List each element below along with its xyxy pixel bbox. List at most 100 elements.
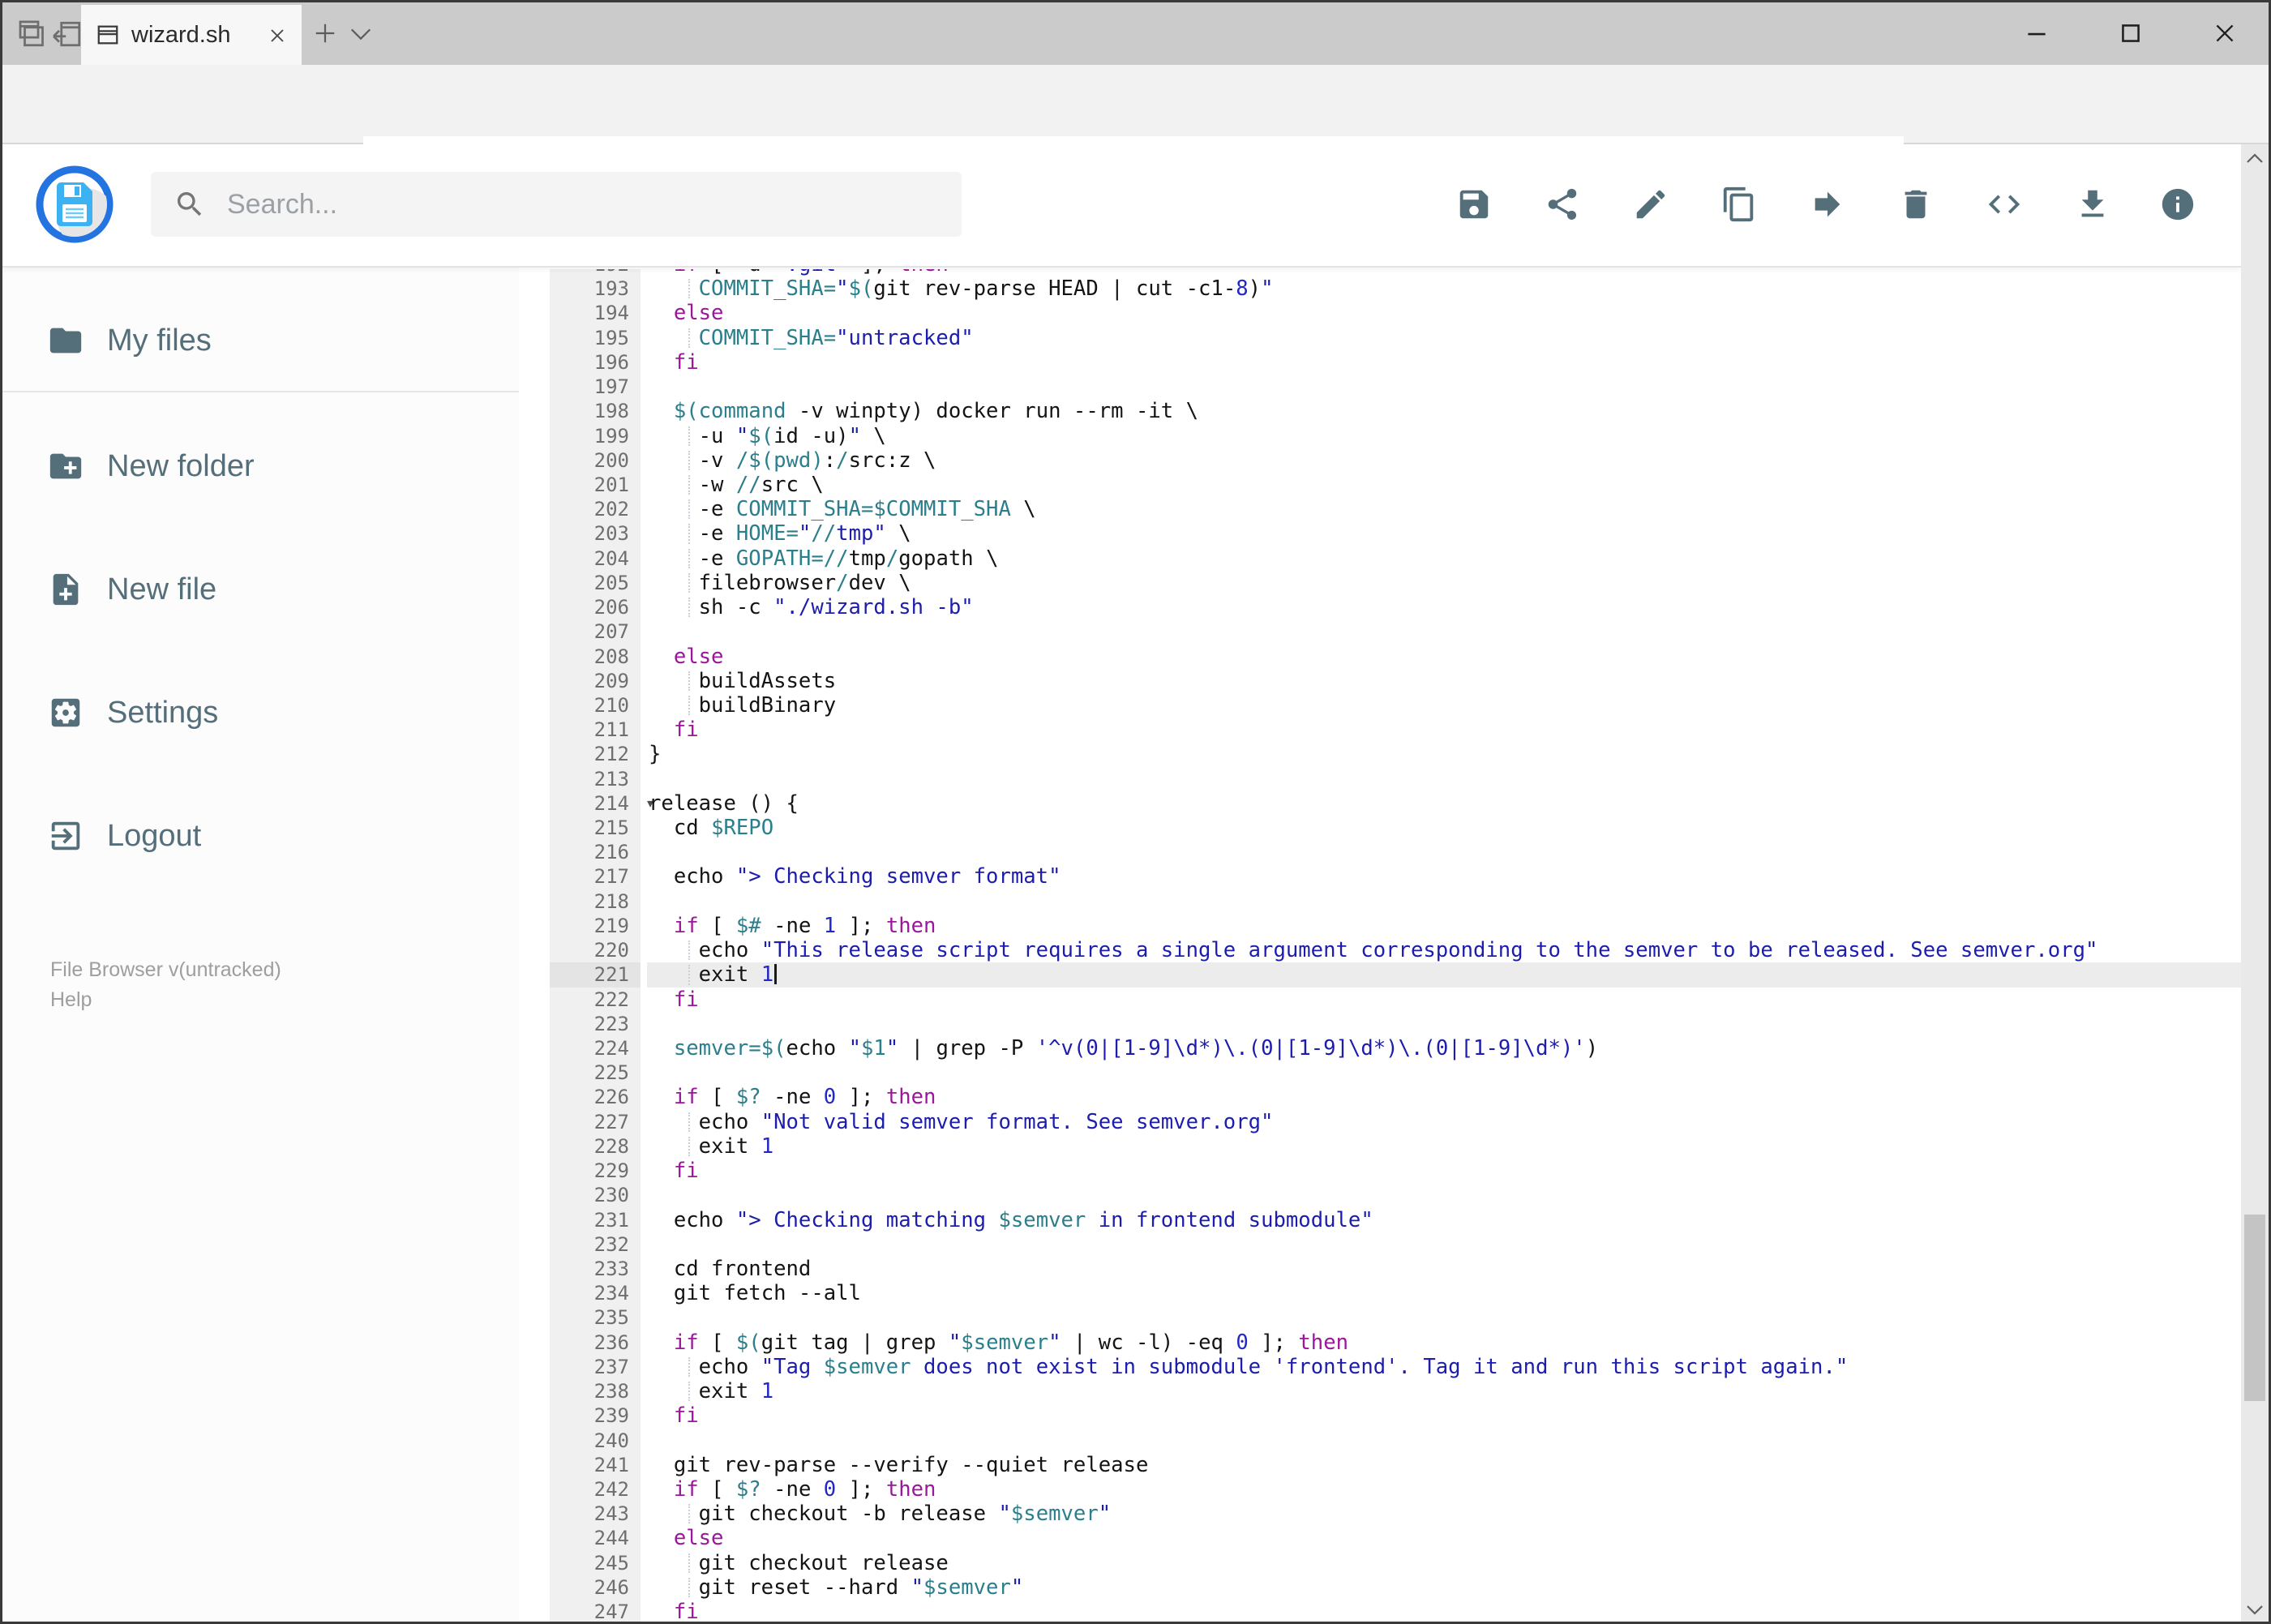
code-line[interactable] <box>647 767 2241 791</box>
code-line[interactable]: fi <box>647 1600 2241 1624</box>
rename-button[interactable] <box>1620 174 1682 235</box>
code-lines[interactable]: if [ -d ".git" ]; then COMMIT_SHA="$(git… <box>647 269 2241 1624</box>
delete-button[interactable] <box>1885 174 1947 235</box>
code-line[interactable]: if [ $? -ne 0 ]; then <box>647 1477 2241 1502</box>
page-scrollbar[interactable] <box>2241 144 2269 1624</box>
download-button[interactable] <box>2062 174 2123 235</box>
code-line[interactable] <box>647 1305 2241 1330</box>
gutter-line-number: 193 <box>593 277 629 301</box>
code-line[interactable]: -w //src \ <box>647 473 2241 497</box>
code-line[interactable]: git reset --hard "$semver" <box>647 1575 2241 1600</box>
gutter-line-number: 233 <box>593 1257 629 1280</box>
code-line[interactable] <box>647 840 2241 864</box>
window-close-button[interactable] <box>2196 15 2254 52</box>
code-line[interactable]: fi <box>647 350 2241 375</box>
search-box[interactable] <box>151 172 962 237</box>
gutter-line-number: 217 <box>593 865 629 889</box>
sidebar-item-my-files[interactable]: My files <box>0 298 519 383</box>
tab-close-icon[interactable] <box>266 24 289 47</box>
scrollbar-thumb[interactable] <box>2244 1215 2265 1401</box>
indent-guide <box>688 1504 690 1524</box>
code-line[interactable] <box>647 1061 2241 1085</box>
code-line[interactable]: cd frontend <box>647 1257 2241 1281</box>
code-line[interactable]: cd $REPO <box>647 816 2241 840</box>
code-line[interactable]: fi <box>647 718 2241 742</box>
gutter-line-number: 208 <box>593 645 629 668</box>
window-minimize-button[interactable] <box>2007 15 2066 52</box>
code-line[interactable] <box>647 1183 2241 1207</box>
code-line[interactable]: -e HOME="//tmp" \ <box>647 521 2241 546</box>
code-line[interactable]: echo "Tag $semver does not exist in subm… <box>647 1355 2241 1379</box>
tab-favicon-icon <box>96 23 120 47</box>
code-line[interactable]: exit 1 <box>647 1134 2241 1159</box>
save-button[interactable] <box>1443 174 1505 235</box>
code-line[interactable]: else <box>647 645 2241 669</box>
sidebar-item-new-file[interactable]: New file <box>0 547 519 632</box>
code-line[interactable] <box>647 375 2241 399</box>
sidebar-item-new-folder[interactable]: New folder <box>0 424 519 508</box>
code-line[interactable]: if [ $(git tag | grep "$semver" | wc -l)… <box>647 1330 2241 1355</box>
code-line[interactable]: if [ -d ".git" ]; then <box>647 269 2241 276</box>
code-line[interactable]: fi <box>647 1159 2241 1183</box>
share-file-button[interactable] <box>1532 174 1593 235</box>
code-line[interactable] <box>647 619 2241 644</box>
code-line[interactable]: -u "$(id -u)" \ <box>647 424 2241 448</box>
code-line[interactable]: $(command -v winpty) docker run --rm -it… <box>647 399 2241 423</box>
code-line[interactable]: echo "> Checking semver format" <box>647 864 2241 889</box>
code-line[interactable]: semver=$(echo "$1" | grep -P '^v(0|[1-9]… <box>647 1036 2241 1061</box>
code-line[interactable]: -e COMMIT_SHA=$COMMIT_SHA \ <box>647 497 2241 521</box>
code-line[interactable]: git fetch --all <box>647 1281 2241 1305</box>
code-line[interactable] <box>647 889 2241 914</box>
code-line[interactable]: else <box>647 1526 2241 1550</box>
code-line[interactable] <box>647 1232 2241 1257</box>
move-button[interactable] <box>1797 174 1858 235</box>
code-line[interactable]: echo "Not valid semver format. See semve… <box>647 1110 2241 1134</box>
code-line[interactable]: filebrowser/dev \ <box>647 571 2241 595</box>
code-line[interactable]: exit 1 <box>647 962 2241 988</box>
raw-view-button[interactable] <box>1973 174 2035 235</box>
code-line[interactable]: echo "> Checking matching $semver in fro… <box>647 1208 2241 1232</box>
search-input[interactable] <box>225 187 962 221</box>
scroll-down-icon[interactable] <box>2241 1596 2269 1624</box>
code-line[interactable]: COMMIT_SHA="untracked" <box>647 326 2241 350</box>
code-line[interactable]: -v /$(pwd):/src:z \ <box>647 448 2241 473</box>
gutter-line-number: 239 <box>593 1404 629 1428</box>
code-line[interactable]: if [ $# -ne 1 ]; then <box>647 914 2241 938</box>
code-line[interactable]: -e GOPATH=//tmp/gopath \ <box>647 546 2241 571</box>
code-line[interactable]: fi <box>647 988 2241 1012</box>
help-link[interactable]: Help <box>50 985 281 1015</box>
code-line[interactable]: exit 1 <box>647 1379 2241 1403</box>
code-line[interactable]: release () { <box>647 791 2241 816</box>
code-line[interactable]: buildBinary <box>647 693 2241 718</box>
code-line[interactable]: } <box>647 742 2241 766</box>
code-line[interactable]: echo "This release script requires a sin… <box>647 938 2241 962</box>
code-line[interactable]: git checkout release <box>647 1551 2241 1575</box>
code-line[interactable]: if [ $? -ne 0 ]; then <box>647 1085 2241 1109</box>
code-line[interactable] <box>647 1429 2241 1453</box>
code-line[interactable] <box>647 1012 2241 1036</box>
code-line[interactable]: else <box>647 301 2241 325</box>
code-line[interactable]: buildAssets <box>647 669 2241 693</box>
browser-tab[interactable]: wizard.sh <box>81 5 302 65</box>
code-line[interactable]: COMMIT_SHA="$(git rev-parse HEAD | cut -… <box>647 276 2241 301</box>
code-line[interactable]: sh -c "./wizard.sh -b" <box>647 595 2241 619</box>
scroll-up-icon[interactable] <box>2241 144 2269 172</box>
gutter-line-number: 213 <box>593 767 629 791</box>
code-line[interactable]: git checkout -b release "$semver" <box>647 1502 2241 1526</box>
code-editor[interactable]: 1921931941951961971981992002012022032042… <box>519 269 2241 1624</box>
indent-guide <box>688 598 690 618</box>
tab-preview-icon[interactable] <box>11 16 47 52</box>
code-line[interactable]: fi <box>647 1403 2241 1428</box>
copy-button[interactable] <box>1708 174 1770 235</box>
gutter-line-number: 211 <box>593 718 629 742</box>
tab-list-chevron-icon[interactable] <box>349 26 373 44</box>
gutter-line-number: 220 <box>593 939 629 962</box>
info-button[interactable] <box>2147 174 2209 235</box>
window-maximize-button[interactable] <box>2102 15 2160 52</box>
gutter-line-number: 203 <box>593 522 629 546</box>
new-tab-button[interactable] <box>313 21 337 45</box>
gutter-line-number: 230 <box>593 1184 629 1207</box>
code-line[interactable]: git rev-parse --verify --quiet release <box>647 1453 2241 1477</box>
sidebar-item-logout[interactable]: Logout <box>0 794 519 878</box>
sidebar-item-settings[interactable]: Settings <box>0 671 519 755</box>
